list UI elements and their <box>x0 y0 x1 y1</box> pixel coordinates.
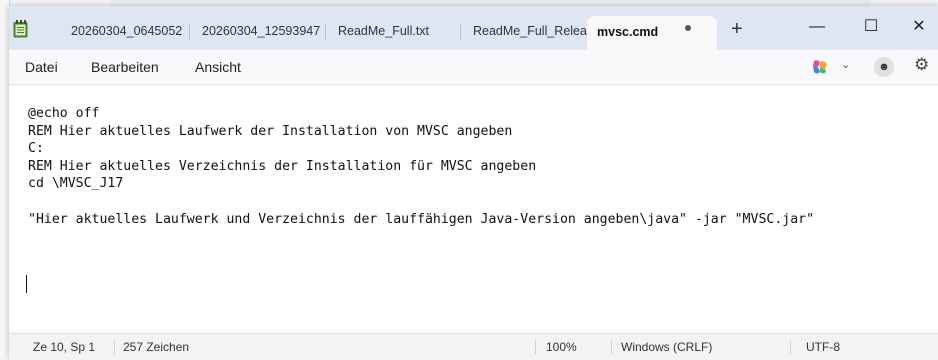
gear-icon[interactable]: ⚙ <box>914 55 929 75</box>
code-line: REM Hier aktuelles Laufwerk der Installa… <box>28 123 513 139</box>
tab-mvsc-cmd[interactable]: mvsc.cmd <box>587 16 717 50</box>
unsaved-dot-icon[interactable] <box>685 25 691 31</box>
status-separator <box>611 340 612 354</box>
tab-separator <box>325 24 326 40</box>
tab-file-3[interactable]: ReadMe_Full.txt <box>328 16 458 46</box>
status-separator <box>535 340 536 354</box>
menu-bar: Datei Bearbeiten Ansicht ⌄ ☻ ⚙ <box>9 50 938 85</box>
tab-label: mvsc.cmd <box>597 25 659 39</box>
status-separator <box>114 340 115 354</box>
tab-label: ReadMe_Full_Releas <box>473 24 588 38</box>
tab-label: ReadMe_Full.txt <box>338 24 430 38</box>
status-bar: Ze 10, Sp 1 257 Zeichen 100% Windows (CR… <box>9 333 938 360</box>
code-line: cd \MVSC_J17 <box>28 176 124 192</box>
tab-file-4[interactable]: ReadMe_Full_Releas <box>463 16 588 46</box>
copilot-icon[interactable] <box>811 59 829 75</box>
character-count: 257 Zeichen <box>123 340 190 354</box>
chevron-down-icon[interactable]: ⌄ <box>841 58 850 71</box>
status-separator <box>790 340 791 354</box>
code-line: C: <box>28 141 44 157</box>
tab-file-1[interactable]: 20260304_0645052 <box>61 16 187 46</box>
tab-label: 20260304_0645052 <box>71 24 183 38</box>
code-line: @echo off <box>28 106 100 121</box>
line-ending[interactable]: Windows (CRLF) <box>621 334 712 360</box>
profile-icon[interactable]: ☻ <box>874 57 894 77</box>
zoom-level[interactable]: 100% <box>546 334 577 360</box>
tab-file-2[interactable]: 20260304_12593947 <box>192 16 323 46</box>
cursor-position[interactable]: Ze 10, Sp 1 <box>33 334 95 360</box>
menu-edit[interactable]: Bearbeiten <box>91 50 159 84</box>
code-line: "Hier aktuelles Laufwerk und Verzeichnis… <box>28 211 815 227</box>
notepad-window: 20260304_0645052 20260304_12593947 ReadM… <box>9 6 938 360</box>
title-bar[interactable]: 20260304_0645052 20260304_12593947 ReadM… <box>9 6 938 50</box>
maximize-button[interactable]: ☐ <box>848 12 894 42</box>
tab-label: 20260304_12593947 <box>202 24 321 38</box>
text-caret <box>26 275 27 293</box>
minimize-button[interactable]: — <box>794 12 840 42</box>
new-tab-button[interactable]: + <box>731 17 743 41</box>
code-line: REM Hier aktuelles Verzeichnis der Insta… <box>28 158 537 174</box>
menu-view[interactable]: Ansicht <box>195 50 241 84</box>
close-button[interactable]: ✕ <box>896 12 938 42</box>
menu-file[interactable]: Datei <box>25 50 58 84</box>
tab-separator <box>460 24 461 40</box>
encoding[interactable]: UTF-8 <box>806 334 840 360</box>
text-editor[interactable]: @echo off REM Hier aktuelles Laufwerk de… <box>9 85 938 330</box>
notepad-app-icon <box>13 20 28 38</box>
tab-separator <box>189 24 190 40</box>
